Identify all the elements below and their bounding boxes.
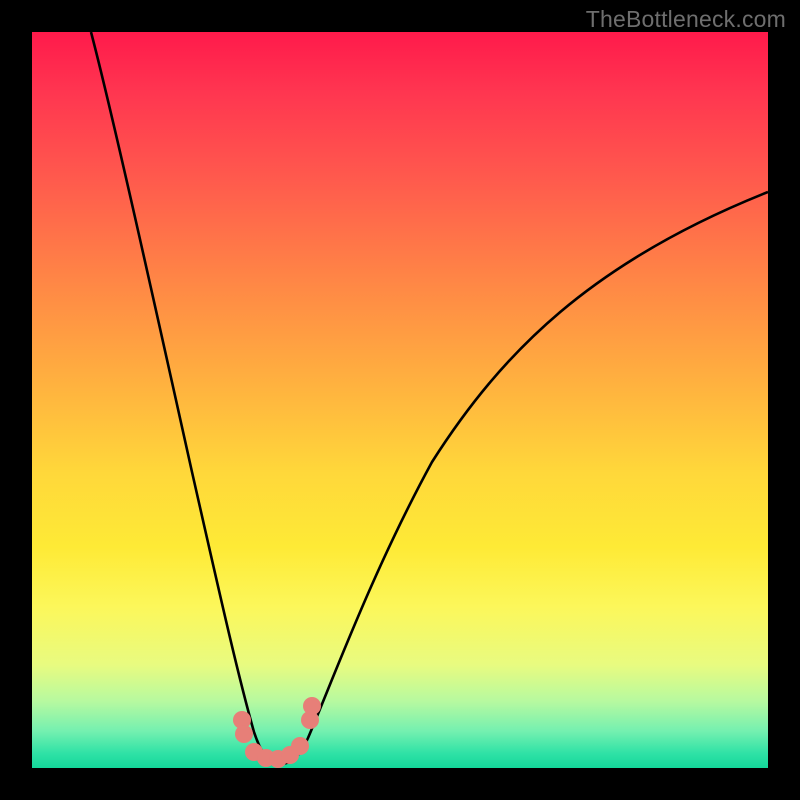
chart-frame: TheBottleneck.com (0, 0, 800, 800)
plot-area (32, 32, 768, 768)
watermark-text: TheBottleneck.com (586, 6, 786, 33)
curve-layer (32, 32, 768, 768)
bottleneck-curve (91, 32, 768, 764)
